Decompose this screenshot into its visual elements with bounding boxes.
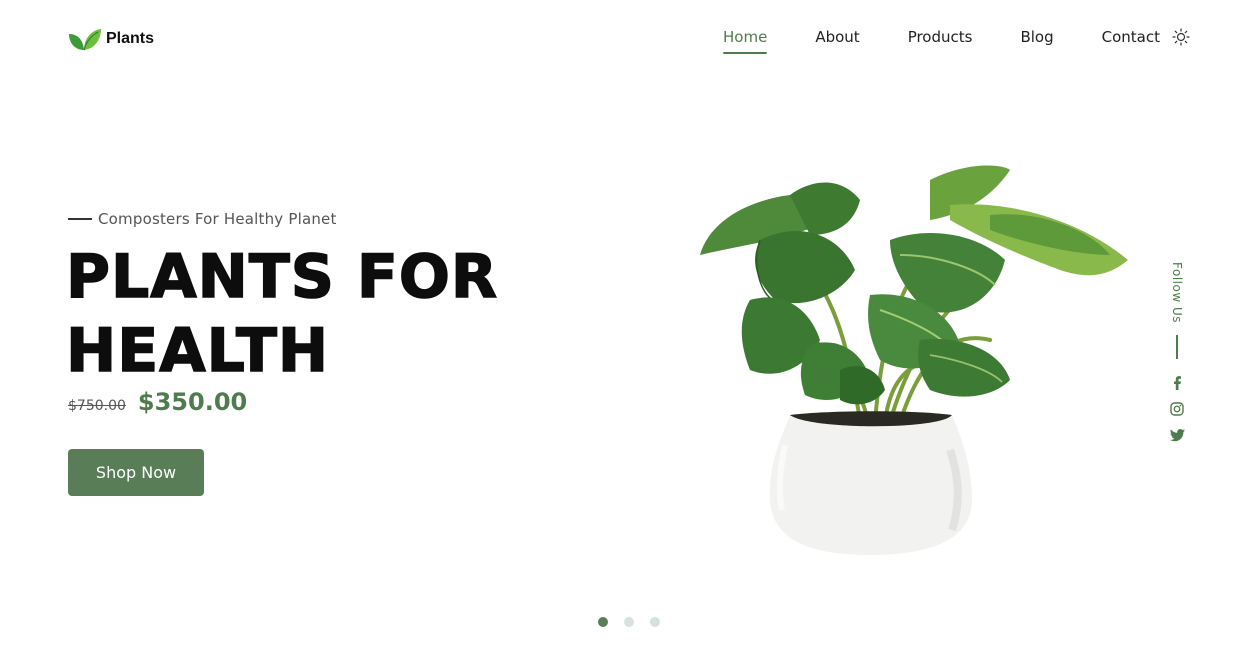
follow-us-label: Follow Us — [1170, 262, 1184, 323]
slider-dot-3[interactable] — [650, 617, 660, 627]
site-header: Plants Home About Products Blog Contact — [0, 0, 1248, 78]
slider-dots — [598, 617, 660, 627]
instagram-icon[interactable] — [1169, 401, 1185, 417]
subtitle-dash — [68, 218, 92, 220]
old-price: $750.00 — [68, 398, 126, 414]
follow-divider — [1176, 335, 1178, 359]
hero-title-line2: HEALTH — [65, 315, 330, 387]
subtitle-text: Composters For Healthy Planet — [98, 210, 337, 228]
hero-title: PLANTS FOR HEALTH — [65, 240, 586, 388]
slider-dot-1[interactable] — [598, 617, 608, 627]
shop-now-button[interactable]: Shop Now — [68, 449, 204, 496]
nav-products[interactable]: Products — [908, 28, 973, 46]
twitter-icon[interactable] — [1169, 427, 1185, 443]
nav-blog[interactable]: Blog — [1020, 28, 1053, 46]
brand-logo[interactable]: Plants — [68, 26, 154, 52]
nav-home[interactable]: Home — [723, 28, 768, 54]
nav-about[interactable]: About — [815, 28, 859, 46]
follow-us: Follow Us — [1162, 262, 1192, 453]
nav-contact[interactable]: Contact — [1102, 28, 1160, 46]
sun-icon[interactable] — [1172, 28, 1190, 46]
slider-dot-2[interactable] — [624, 617, 634, 627]
price-block: $750.00 $350.00 — [68, 388, 247, 416]
facebook-icon[interactable] — [1169, 375, 1185, 391]
leaf-icon — [69, 29, 101, 51]
main-nav: Home About Products Blog Contact — [723, 28, 1160, 54]
potted-plant-image — [700, 165, 1128, 555]
hero-title-line1: PLANTS FOR — [65, 241, 499, 313]
brand-name: Plants — [106, 30, 155, 47]
hero-subtitle: Composters For Healthy Planet — [68, 210, 337, 228]
new-price: $350.00 — [137, 388, 248, 416]
